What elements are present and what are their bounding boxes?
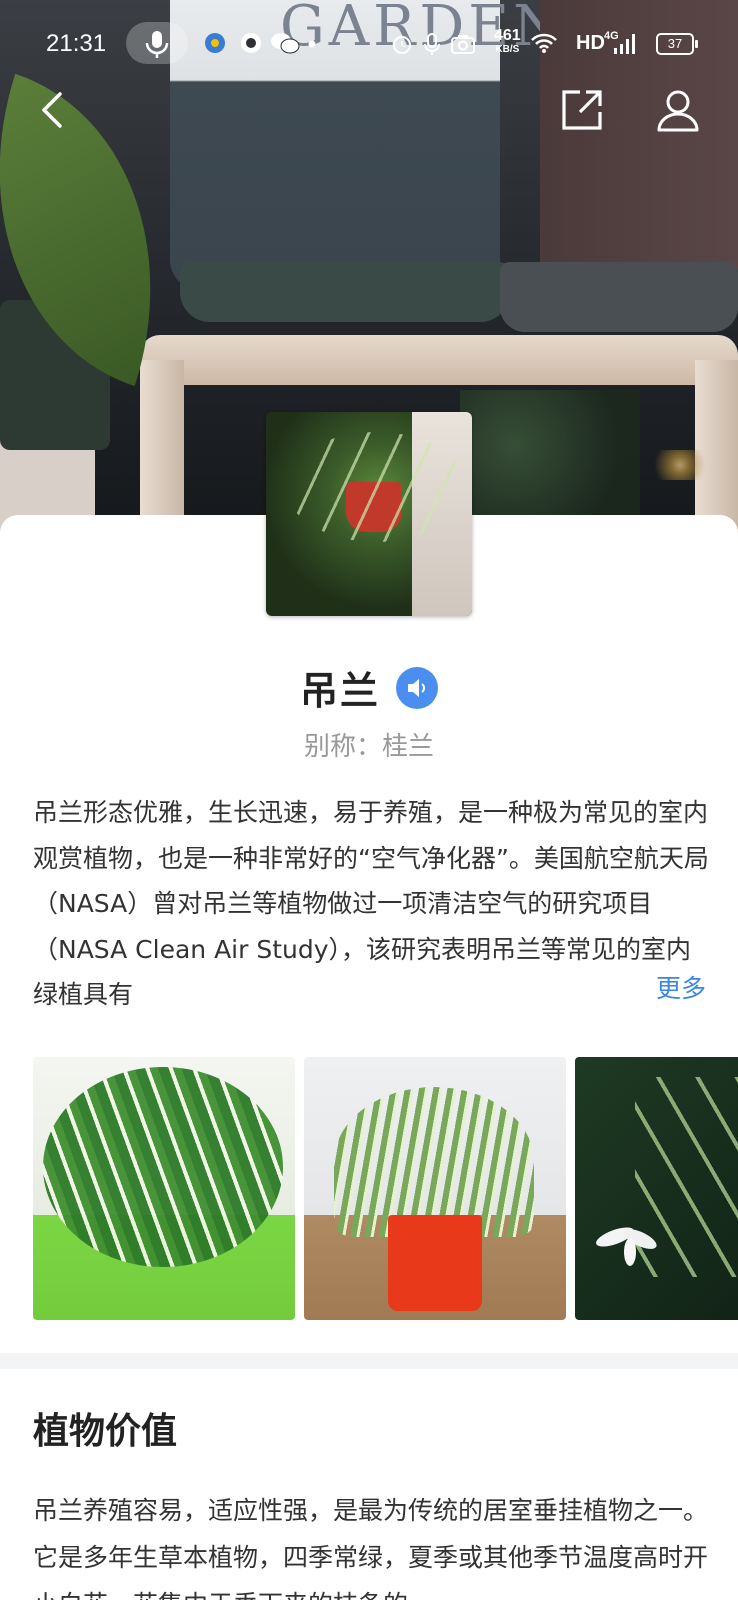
user-icon [657, 90, 699, 132]
dot-indicator-icon [308, 40, 316, 48]
plant-description: 吊兰形态优雅，生长迅速，易于养殖，是一种极为常见的室内观赏植物，也是一种非常好的… [33, 798, 709, 1009]
share-icon [562, 90, 602, 130]
battery-icon: 37 [656, 33, 698, 55]
gallery-photo[interactable] [575, 1057, 738, 1320]
net-speed: 461 KB/S [494, 27, 521, 56]
back-icon [42, 92, 62, 128]
gallery-photo[interactable] [33, 1057, 295, 1320]
plant-alias: 别称：桂兰 [303, 732, 434, 762]
back-button[interactable] [30, 86, 78, 134]
wifi-icon [531, 33, 557, 53]
share-button[interactable] [558, 86, 606, 134]
signal-icon [614, 34, 635, 54]
more-link[interactable]: 更多 [615, 966, 706, 1011]
plant-thumbnail[interactable] [266, 412, 472, 616]
gallery-pot [388, 1215, 482, 1311]
hero-saucer-right [500, 262, 738, 332]
section-title: 植物价值 [33, 1411, 178, 1452]
flower-image [596, 1227, 657, 1266]
status-bar: 21:31 461 KB/S HD 4G 37 [0, 0, 738, 90]
mic-pill [126, 22, 188, 64]
browser-notification-icon [241, 33, 261, 53]
speaker-icon [408, 678, 425, 697]
wechat-icon [271, 33, 300, 54]
mic-status-icon [424, 33, 440, 55]
plant-title-row: 吊兰 [0, 660, 738, 715]
app-notification-icon [205, 33, 225, 53]
camera-icon [451, 35, 475, 54]
hero-shelf-post [140, 360, 184, 540]
hero-saucer [180, 262, 510, 322]
mic-icon [145, 31, 169, 58]
pronounce-button[interactable] [396, 666, 438, 709]
section-divider [0, 1353, 738, 1369]
profile-button[interactable] [654, 86, 702, 134]
net-speed-value: 461 [494, 27, 521, 44]
hero-greenery [460, 390, 640, 530]
hero-shelf-rail [140, 335, 738, 385]
section-body: 吊兰养殖容易，适应性强，是最为传统的居室垂挂植物之一。它是多年生草本植物，四季常… [33, 1496, 709, 1600]
status-time: 21:31 [46, 30, 107, 57]
plant-name: 吊兰 [299, 669, 380, 713]
gallery-photo[interactable] [304, 1057, 566, 1320]
photo-gallery[interactable] [33, 1057, 738, 1320]
hd-indicator: HD [576, 32, 605, 54]
alarm-icon [393, 36, 411, 54]
gallery-plant [43, 1067, 283, 1267]
thumbnail-leaves [286, 432, 466, 542]
hero-lights [640, 450, 720, 480]
net-speed-unit: KB/S [495, 44, 520, 55]
